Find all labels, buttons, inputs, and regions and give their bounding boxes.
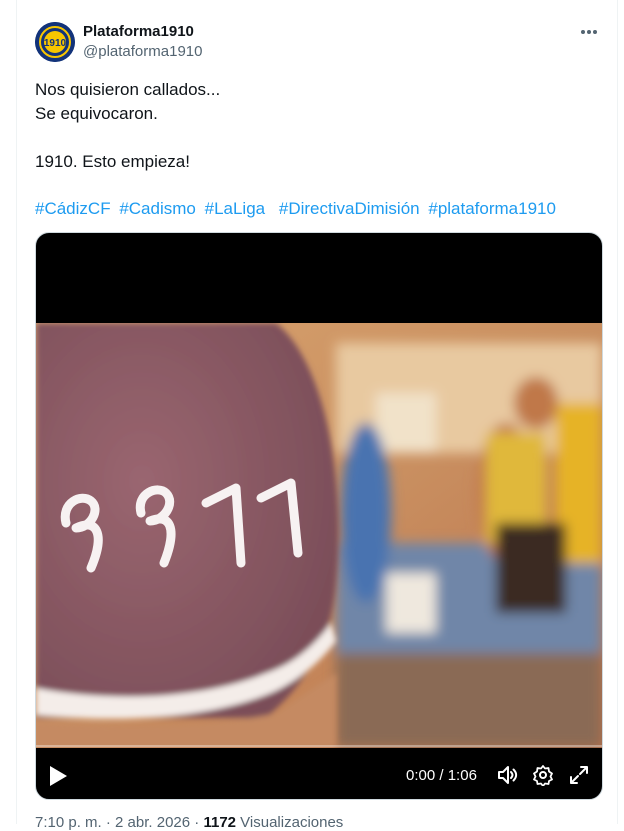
avatar-text: 1910 [44, 38, 67, 49]
video-player[interactable]: 0:00 / 1:06 [35, 232, 603, 800]
meta-separator: · [190, 814, 204, 831]
hashtag-list: #CádizCF #Cadismo #LaLiga #DirectivaDimi… [35, 197, 605, 221]
tweet-meta: 7:10 p. m. · 2 abr. 2026 · 1172 Visualiz… [35, 814, 343, 831]
settings-gear-icon[interactable] [532, 764, 554, 786]
author-handle[interactable]: @plataforma1910 [83, 43, 202, 60]
views-label: Visualizaciones [236, 814, 344, 831]
video-time: 0:00 / 1:06 [406, 767, 477, 784]
hashtag-plataforma1910[interactable]: #plataforma1910 [428, 199, 556, 218]
current-time: 0:00 [406, 767, 436, 784]
avatar[interactable]: 1910 [35, 22, 75, 62]
avatar-logo-icon: 1910 [35, 22, 75, 62]
tweet-card: 1910 Plataforma1910 @plataforma1910 Nos … [16, 0, 618, 831]
hashtag-directivadimision[interactable]: #DirectivaDimisión [279, 199, 420, 218]
views-count: 1172 [203, 814, 237, 831]
meta-separator: · [101, 814, 116, 831]
hashtag-cadizcf[interactable]: #CádizCF [35, 199, 111, 218]
author-name[interactable]: Plataforma1910 [83, 23, 194, 40]
tweet-time[interactable]: 7:10 p. m. [35, 814, 102, 831]
video-controls: 0:00 / 1:06 [36, 743, 602, 799]
more-options-button[interactable] [577, 20, 601, 44]
play-icon[interactable] [48, 765, 68, 787]
volume-icon[interactable] [496, 764, 518, 786]
fullscreen-icon[interactable] [568, 764, 590, 786]
hashtag-cadismo[interactable]: #Cadismo [119, 199, 196, 218]
more-dots-icon [581, 30, 597, 34]
tweet-text: Nos quisieron callados... Se equivocaron… [35, 80, 221, 171]
tweet-date[interactable]: 2 abr. 2026 [115, 814, 190, 831]
duration: 1:06 [447, 767, 477, 784]
time-separator: / [435, 767, 448, 784]
video-frame[interactable] [36, 323, 602, 748]
hashtag-laliga[interactable]: #LaLiga [205, 199, 266, 218]
progress-bar[interactable] [36, 745, 602, 747]
